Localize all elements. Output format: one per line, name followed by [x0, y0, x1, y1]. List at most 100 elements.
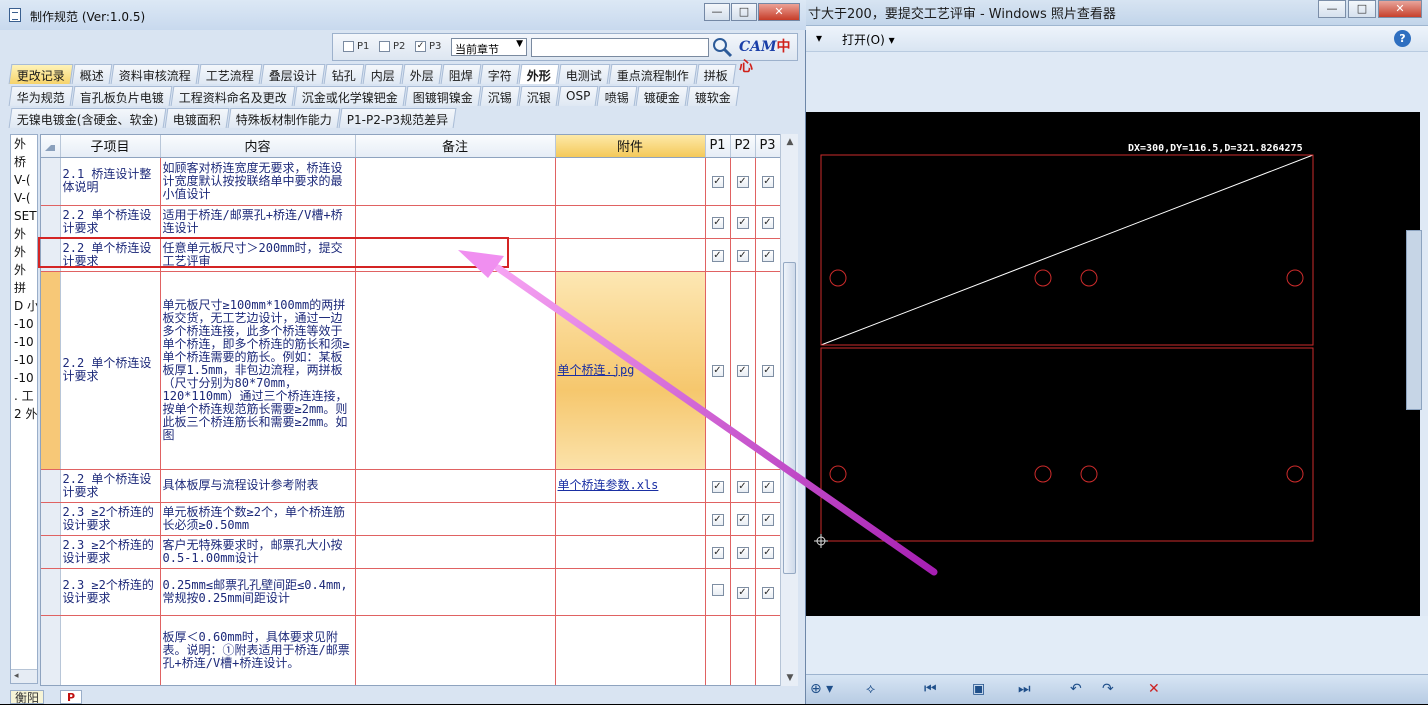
- cell-sub[interactable]: 2.2 单个桥连设计要求: [60, 469, 161, 503]
- viewer-open-menu[interactable]: 打开(O) ▾: [842, 31, 895, 48]
- tab-row3-1[interactable]: 电镀面积: [164, 108, 230, 128]
- sidebar-item[interactable]: -10: [11, 333, 37, 351]
- viewer-minimize-button[interactable]: —: [1318, 0, 1346, 18]
- table-row[interactable]: 2.3 ≥2个桥连的设计要求 单元板桥连个数≥2个，单个桥连筋长必须≥0.50mm…: [41, 502, 781, 536]
- tab-row2-5[interactable]: 沉锡: [479, 86, 521, 106]
- p2-checkbox[interactable]: ✓: [736, 586, 749, 599]
- p2-checkbox[interactable]: ✓: [736, 365, 749, 377]
- sidebar-item[interactable]: 外: [11, 261, 37, 279]
- tab-row2-0[interactable]: 华为规范: [8, 86, 74, 106]
- sidebar-item[interactable]: 外: [11, 135, 37, 153]
- p1-checkbox[interactable]: ✓: [711, 546, 724, 559]
- tab-row1-3[interactable]: 工艺流程: [197, 64, 263, 84]
- p2-checkbox[interactable]: ✓: [736, 513, 749, 526]
- cell-content[interactable]: 板厚＜0.60mm时，具体要求见附表。说明：①附表适用于桥连/邮票孔+桥连/V槽…: [160, 615, 356, 685]
- column-header-subitem[interactable]: 子项目: [60, 135, 161, 158]
- p2-checkbox[interactable]: ✓: [736, 546, 749, 559]
- tab-row2-1[interactable]: 盲孔板负片电镀: [71, 86, 173, 106]
- row-indicator[interactable]: [41, 615, 61, 685]
- cell-content[interactable]: 单元板尺寸≥100mm*100mm的两拼板交货，无工艺边设计，通过一边多个桥连连…: [160, 271, 356, 470]
- row-indicator[interactable]: [41, 568, 61, 616]
- tab-row1-13[interactable]: 拼板: [695, 64, 737, 84]
- tab-row1-4[interactable]: 叠层设计: [260, 64, 326, 84]
- scope-select[interactable]: 当前章节 ▼: [451, 38, 527, 56]
- p3-checkbox[interactable]: ✓: [761, 546, 774, 559]
- delete-icon[interactable]: ✕: [1148, 681, 1160, 697]
- tab-row1-2[interactable]: 资料审核流程: [110, 64, 200, 84]
- cell-sub[interactable]: 2.3 ≥2个桥连的设计要求: [60, 502, 161, 536]
- help-icon[interactable]: ?: [1394, 30, 1411, 47]
- sidebar-item[interactable]: 拼: [11, 279, 37, 297]
- tab-row1-8[interactable]: 阻焊: [440, 64, 482, 84]
- sidebar-item[interactable]: . 工: [11, 387, 37, 405]
- dialog-close-button[interactable]: ✕: [758, 3, 800, 21]
- column-header-p3[interactable]: P3: [755, 135, 781, 158]
- tab-row1-10[interactable]: 外形: [518, 64, 560, 84]
- p3-checkbox[interactable]: ✓: [761, 249, 774, 262]
- table-vertical-scrollbar[interactable]: ▲ ▼: [780, 134, 798, 686]
- scrollbar-thumb[interactable]: [783, 262, 796, 574]
- row-indicator[interactable]: [41, 205, 61, 239]
- cell-sub[interactable]: 2.2 单个桥连设计要求: [60, 205, 161, 239]
- p3-checkbox[interactable]: ✓: [761, 586, 774, 599]
- p1-checkbox[interactable]: ✓: [711, 365, 724, 377]
- tab-row1-9[interactable]: 字符: [479, 64, 521, 84]
- cell-content[interactable]: 客户无特殊要求时，邮票孔大小按0.5-1.00mm设计: [160, 535, 356, 569]
- p-tag[interactable]: P: [60, 690, 82, 704]
- sidebar-item[interactable]: 桥: [11, 153, 37, 171]
- p1-checkbox[interactable]: ✓: [711, 249, 724, 262]
- tab-row2-10[interactable]: 镀软金: [687, 86, 740, 106]
- tab-row2-6[interactable]: 沉银: [518, 86, 560, 106]
- tab-row2-7[interactable]: OSP: [557, 86, 599, 106]
- table-row[interactable]: 2.3 ≥2个桥连的设计要求 0.25mm≤邮票孔孔壁间距≤0.4mm,常规按0.…: [41, 568, 781, 616]
- actual-size-icon[interactable]: ⟡: [866, 681, 875, 697]
- viewer-close-button[interactable]: ✕: [1378, 0, 1422, 18]
- p1-filter-checkbox[interactable]: P1: [343, 41, 369, 52]
- tab-row2-8[interactable]: 喷锡: [597, 86, 638, 106]
- cell-sub[interactable]: [60, 615, 161, 685]
- tab-row1-5[interactable]: 钻孔: [323, 64, 365, 84]
- column-header-note[interactable]: 备注: [355, 135, 556, 158]
- sidebar-item[interactable]: D 小: [11, 297, 37, 315]
- row-indicator[interactable]: [41, 157, 61, 206]
- cell-note[interactable]: [355, 615, 556, 685]
- tab-row2-9[interactable]: 镀硬金: [636, 86, 689, 106]
- cell-note[interactable]: [355, 568, 556, 616]
- sidebar-horizontal-scrollbar[interactable]: ◂: [11, 669, 37, 683]
- cell-content[interactable]: 0.25mm≤邮票孔孔壁间距≤0.4mm,常规按0.25mm间距设计: [160, 568, 356, 616]
- sidebar-item[interactable]: 外: [11, 225, 37, 243]
- viewer-menu-chevron[interactable]: ▾: [816, 31, 822, 45]
- tab-row3-2[interactable]: 特殊板材制作能力: [227, 108, 341, 128]
- table-row[interactable]: 2.3 ≥2个桥连的设计要求 客户无特殊要求时，邮票孔大小按0.5-1.00mm设…: [41, 535, 781, 569]
- tab-row1-11[interactable]: 电测试: [557, 64, 611, 84]
- scroll-up-icon[interactable]: ▲: [781, 134, 799, 150]
- cell-note[interactable]: [355, 535, 556, 569]
- table-row[interactable]: 2.2 单个桥连设计要求 具体板厚与流程设计参考附表 单个桥连参数.xls ✓ ✓ ✓: [41, 469, 781, 503]
- attachment-link[interactable]: 单个桥连.jpg: [558, 363, 635, 377]
- tab-row1-12[interactable]: 重点流程制作: [608, 64, 698, 84]
- row-indicator[interactable]: [41, 535, 61, 569]
- sidebar-item[interactable]: SET: [11, 207, 37, 225]
- tab-row1-1[interactable]: 概述: [71, 64, 113, 84]
- cell-content[interactable]: 如顾客对桥连宽度无要求，桥连设计宽度默认按按联络单中要求的最小值设计: [160, 157, 356, 206]
- dialog-maximize-button[interactable]: □: [731, 3, 757, 21]
- sidebar-item[interactable]: -10: [11, 351, 37, 369]
- p3-checkbox[interactable]: ✓: [761, 480, 774, 493]
- p2-checkbox[interactable]: ✓: [736, 176, 749, 188]
- tab-row2-4[interactable]: 图镀铜镍金: [404, 86, 482, 106]
- rotate-left-icon[interactable]: ↶: [1070, 681, 1082, 697]
- select-all-corner[interactable]: [41, 135, 61, 158]
- p1-checkbox[interactable]: [711, 584, 724, 596]
- tab-row2-3[interactable]: 沉金或化学镍钯金: [293, 86, 407, 106]
- cell-sub[interactable]: 2.2 单个桥连设计要求: [60, 271, 161, 470]
- p2-checkbox[interactable]: ✓: [736, 480, 749, 493]
- p1-checkbox[interactable]: ✓: [711, 176, 724, 188]
- tab-row1-6[interactable]: 内层: [362, 64, 404, 84]
- cell-note[interactable]: [355, 205, 556, 239]
- p3-checkbox[interactable]: ✓: [761, 365, 774, 377]
- attachment-link[interactable]: 单个桥连参数.xls: [558, 478, 659, 492]
- p3-checkbox[interactable]: ✓: [761, 176, 774, 188]
- cell-sub[interactable]: 2.3 ≥2个桥连的设计要求: [60, 568, 161, 616]
- table-row[interactable]: 2.2 单个桥连设计要求 适用于桥连/邮票孔+桥连/V槽+桥连设计 ✓ ✓ ✓: [41, 205, 781, 239]
- p2-filter-checkbox[interactable]: P2: [379, 41, 405, 52]
